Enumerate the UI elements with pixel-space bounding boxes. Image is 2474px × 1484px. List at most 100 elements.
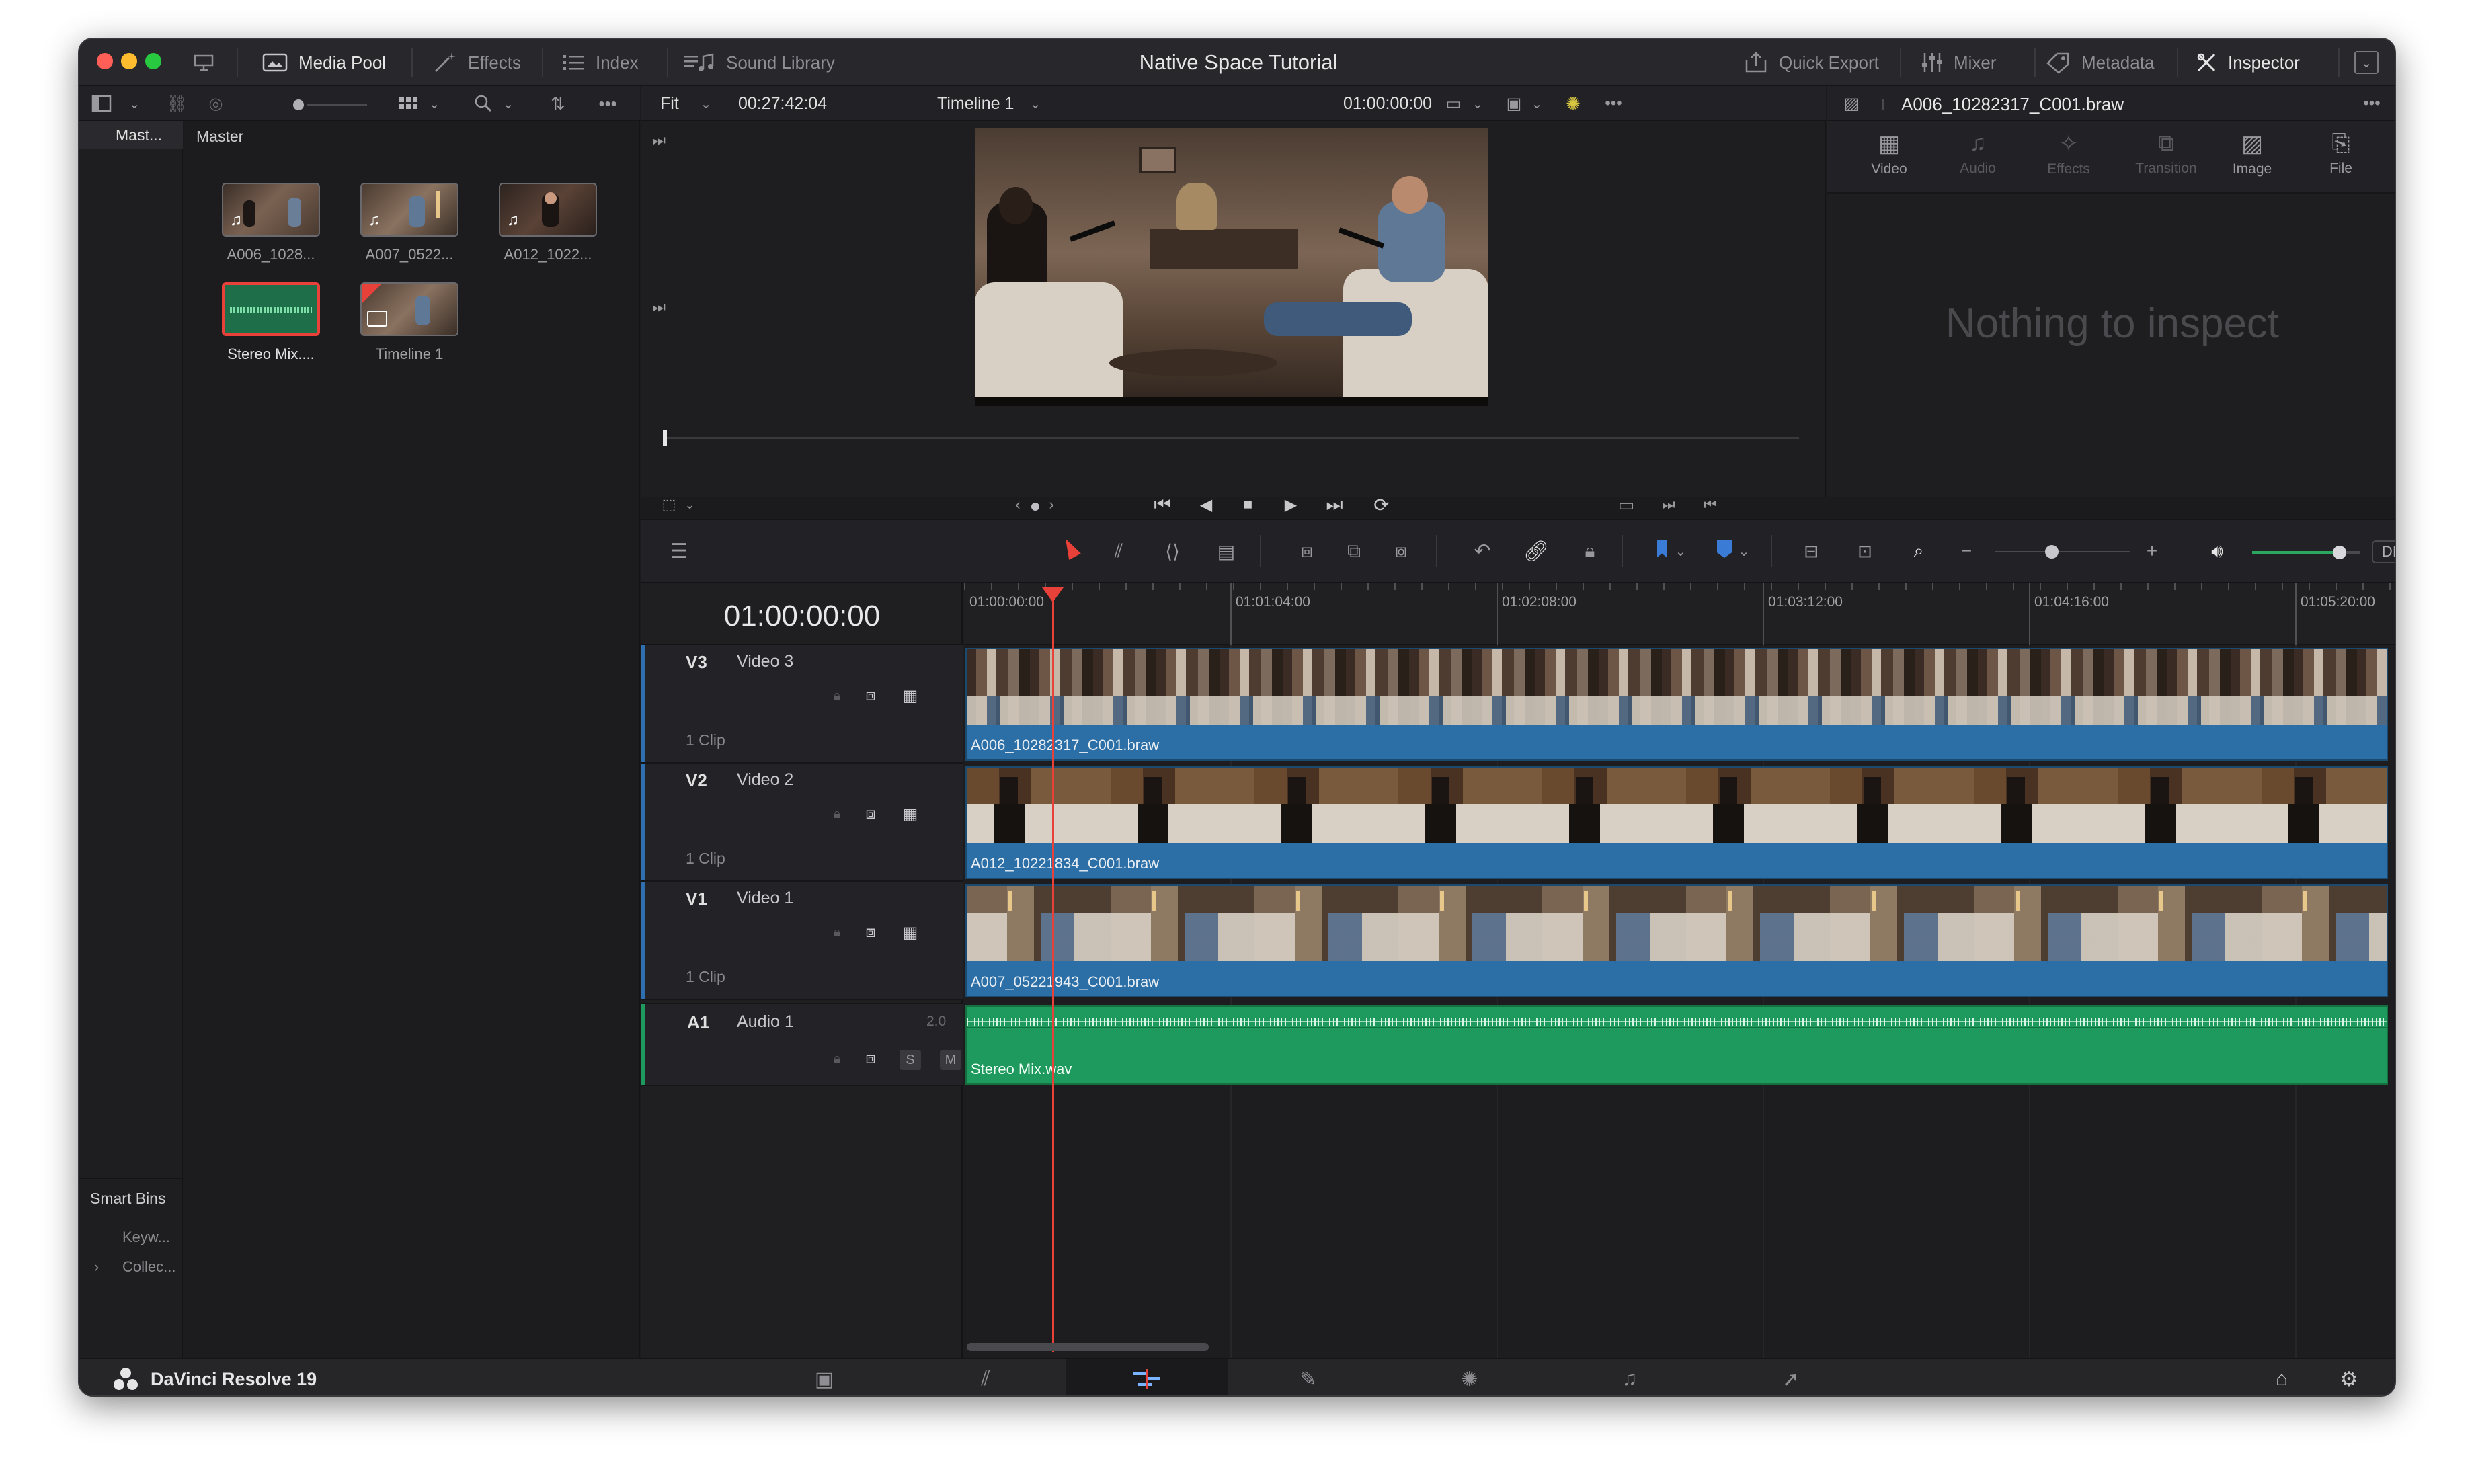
chevron-down-icon[interactable]: ⌄: [1470, 94, 1486, 113]
tab-video[interactable]: ▦ Video: [1862, 130, 1916, 177]
index-button[interactable]: Index: [562, 39, 639, 86]
mute-button[interactable]: M: [940, 1050, 961, 1070]
match-frame-icon[interactable]: ▭: [1611, 495, 1642, 515]
page-fairlight-icon[interactable]: ♫: [1549, 1359, 1710, 1395]
collapse-chevron-icon[interactable]: ⌄: [2354, 51, 2379, 74]
lock-icon[interactable]: 🔒︎: [827, 1048, 847, 1069]
selection-arrow-icon[interactable]: [1060, 536, 1081, 560]
marker-icon[interactable]: [1717, 540, 1732, 558]
volume-slider-knob[interactable]: [2333, 546, 2346, 559]
track-header-v1[interactable]: V1 Video 1 🔒︎ ⧈ ▦ 1 Clip: [641, 882, 963, 1000]
color-icon[interactable]: ✺: [1561, 93, 1585, 114]
search-icon[interactable]: [472, 93, 495, 114]
sort-icon[interactable]: ⇅: [545, 93, 571, 114]
inspector-button[interactable]: Inspector: [2194, 39, 2300, 86]
tab-file[interactable]: ⎘ File: [2314, 130, 2368, 177]
viewer-playhead[interactable]: [663, 430, 667, 446]
media-pool-button[interactable]: Media Pool: [262, 39, 386, 86]
auto-select-icon[interactable]: ⧈: [858, 804, 883, 824]
play-icon[interactable]: ▶: [1279, 495, 1303, 515]
page-deliver-icon[interactable]: ➚: [1710, 1359, 1872, 1395]
filter-icon[interactable]: ◎: [204, 93, 227, 114]
clip-v2[interactable]: A012_10221834_C001.braw: [965, 766, 2388, 879]
auto-select-icon[interactable]: ⧈: [858, 686, 883, 706]
metadata-button[interactable]: Metadata: [2045, 39, 2154, 86]
more-options-icon[interactable]: •••: [594, 93, 621, 114]
replace-clip-icon[interactable]: ⧇: [1381, 538, 1421, 565]
chevron-down-icon[interactable]: ⌄: [1027, 94, 1043, 113]
smart-bin-collections[interactable]: Collec...: [122, 1258, 175, 1276]
lock-icon[interactable]: 🔒︎: [827, 686, 847, 706]
close-window-button[interactable]: [97, 53, 113, 69]
timeline-selector[interactable]: Timeline 1: [937, 94, 1014, 114]
volume-icon[interactable]: 🔊︎: [2202, 538, 2232, 565]
linked-selection-icon[interactable]: 🔗︎: [1519, 538, 1553, 565]
tab-transition[interactable]: ⧉ Transition: [2126, 130, 2206, 177]
clip-a007[interactable]: ♫ A007_0522...: [360, 183, 477, 263]
more-options-icon[interactable]: •••: [1600, 93, 1627, 114]
loop-icon[interactable]: ⟳: [1366, 495, 1397, 516]
trim-edit-icon[interactable]: ⫽: [1099, 538, 1139, 565]
chevron-down-icon[interactable]: ⌄: [426, 94, 442, 113]
quick-export-button[interactable]: Quick Export: [1743, 39, 1879, 86]
home-icon[interactable]: ⌂: [2255, 1359, 2309, 1395]
full-extent-zoom-icon[interactable]: ⊟: [1791, 538, 1831, 565]
viewer-scrubber[interactable]: [663, 437, 1799, 439]
lock-icon[interactable]: 🔒︎: [827, 804, 847, 824]
custom-zoom-icon[interactable]: ⌕: [1899, 538, 1939, 565]
clip-a1[interactable]: Stereo Mix.wav: [965, 1005, 2388, 1085]
more-options-icon[interactable]: •••: [2358, 93, 2385, 114]
auto-select-icon[interactable]: ⧈: [858, 922, 883, 942]
solo-button[interactable]: S: [900, 1050, 921, 1070]
tab-audio[interactable]: ♫ Audio: [1951, 130, 2005, 177]
insert-clip-icon[interactable]: ⧈: [1287, 538, 1327, 565]
play-reverse-icon[interactable]: ◀: [1194, 495, 1218, 515]
snapping-icon[interactable]: ↶: [1466, 538, 1499, 565]
thumbnail-size-slider[interactable]: [307, 104, 367, 106]
prev-edit-icon[interactable]: ⏮: [1698, 495, 1722, 515]
chevron-down-icon[interactable]: ⌄: [500, 94, 516, 113]
jog-dot-icon[interactable]: [1031, 503, 1039, 511]
sound-library-button[interactable]: Sound Library: [683, 39, 835, 86]
prev-icon[interactable]: ‹: [1010, 496, 1026, 513]
chevron-down-icon[interactable]: ⌄: [1736, 539, 1752, 563]
chevron-down-icon[interactable]: ⌄: [698, 94, 714, 113]
auto-select-icon[interactable]: ⧈: [858, 1048, 883, 1069]
grid-view-icon[interactable]: [395, 93, 422, 114]
aspect-icon[interactable]: ▭: [1441, 94, 1466, 113]
lock-icon[interactable]: 🔒︎: [827, 922, 847, 942]
track-name[interactable]: Video 1: [737, 889, 793, 908]
track-header-v2[interactable]: V2 Video 2 🔒︎ ⧈ ▦ 1 Clip: [641, 764, 963, 882]
viewer-zoom[interactable]: Fit: [660, 94, 679, 114]
page-fusion-icon[interactable]: ✎: [1228, 1359, 1389, 1395]
zoom-window-button[interactable]: [145, 53, 161, 69]
clip-a012[interactable]: ♫ A012_1022...: [499, 183, 615, 263]
viewer-frame[interactable]: [975, 128, 1488, 406]
zoom-slider[interactable]: [1995, 551, 2130, 552]
link-icon[interactable]: ⛓: [165, 93, 188, 114]
smart-bin-keywords[interactable]: Keyw...: [122, 1229, 170, 1246]
timeline-horizontal-scrollbar[interactable]: [967, 1343, 1209, 1351]
track-header-v3[interactable]: V3 Video 3 🔒︎ ⧈ ▦ 1 Clip: [641, 645, 963, 764]
go-to-first-frame-icon[interactable]: ⏮: [1147, 494, 1178, 515]
thumbnail-size-slider-knob[interactable]: [293, 99, 304, 110]
track-name[interactable]: Video 3: [737, 652, 793, 671]
timeline-playhead[interactable]: [1052, 593, 1054, 1352]
flag-icon[interactable]: [1657, 540, 1667, 558]
dynamic-trim-icon[interactable]: ⟨⟩: [1152, 538, 1193, 565]
page-media-icon[interactable]: ▣: [744, 1359, 905, 1395]
page-edit-icon[interactable]: [1066, 1359, 1228, 1395]
track-name[interactable]: Video 2: [737, 770, 793, 790]
clip-v1[interactable]: A007_05221943_C001.braw: [965, 884, 2388, 997]
crop-icon[interactable]: ⬚: [659, 496, 679, 513]
track-name[interactable]: Audio 1: [737, 1012, 794, 1032]
tab-effects[interactable]: ✧ Effects: [2038, 130, 2099, 177]
next-icon[interactable]: ›: [1043, 496, 1060, 513]
detail-zoom-icon[interactable]: ⊡: [1845, 538, 1885, 565]
zoom-slider-knob[interactable]: [2045, 545, 2059, 559]
timeline-options-icon[interactable]: ☰: [662, 538, 696, 565]
workspace-layout-icon[interactable]: [192, 52, 215, 73]
chevron-down-icon[interactable]: ⌄: [682, 496, 698, 513]
sidebar-toggle-icon[interactable]: [90, 93, 113, 114]
volume-slider[interactable]: [2252, 551, 2340, 554]
